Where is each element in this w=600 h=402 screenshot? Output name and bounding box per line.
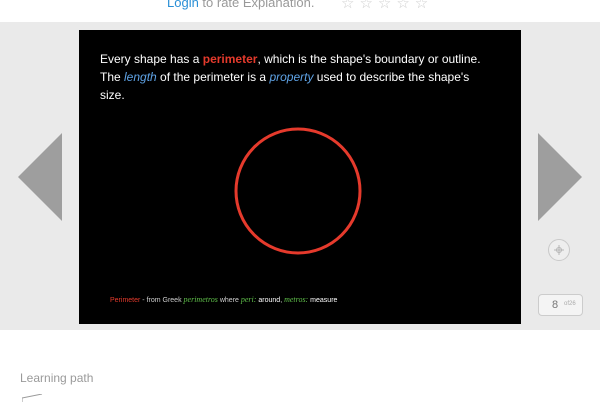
text-segment: of the perimeter is a (156, 70, 270, 84)
text-segment: , which is the shape's boundary or outli… (257, 52, 481, 66)
term-property: property (269, 70, 314, 84)
red-circle-illustration (234, 127, 362, 255)
footnote-greek-peri: peri: (240, 295, 257, 304)
term-length: length (124, 70, 157, 84)
slide-description: Every shape has a perimeter, which is th… (100, 50, 500, 104)
text-segment: used to describe the shape's (313, 70, 470, 84)
text-segment: size. (100, 88, 125, 102)
rating-bar: Login to rate Explanation. ☆☆☆☆☆ (0, 0, 600, 22)
text-segment: The (100, 70, 125, 84)
learning-path-icon (22, 394, 43, 402)
previous-slide-arrow-icon[interactable] (18, 133, 62, 221)
rating-stars[interactable]: ☆☆☆☆☆ (341, 0, 433, 12)
learning-path-heading: Learning path (20, 371, 94, 385)
text-segment: Every shape has a (100, 52, 203, 66)
footnote-greek-metros: metros: (284, 295, 309, 304)
rating-text: Login to rate Explanation. (167, 0, 314, 10)
crosshair-icon (554, 245, 564, 255)
footnote-meaning-measure: measure (308, 297, 338, 304)
footnote-text: - from Greek (140, 297, 184, 304)
footnote-greek-word: perimetros (183, 295, 218, 304)
login-link[interactable]: Login (167, 0, 199, 10)
etymology-footnote: Perimeter - from Greek perimetros where … (110, 295, 337, 304)
term-perimeter: perimeter (202, 52, 258, 66)
rating-prompt: to rate Explanation. (198, 0, 315, 10)
slideshow-stage: Every shape has a perimeter, which is th… (0, 22, 600, 330)
fullscreen-button[interactable] (548, 239, 570, 261)
footnote-term: Perimeter (110, 297, 141, 304)
footnote-meaning-around: around (256, 297, 281, 304)
next-slide-arrow-icon[interactable] (538, 133, 582, 221)
slide-page-indicator[interactable]: 8 of26 (538, 294, 583, 316)
current-slide-number: 8 (552, 299, 559, 311)
total-slides: of26 (564, 301, 576, 307)
footnote-text: where (217, 297, 241, 304)
slide-content: Every shape has a perimeter, which is th… (79, 30, 521, 324)
